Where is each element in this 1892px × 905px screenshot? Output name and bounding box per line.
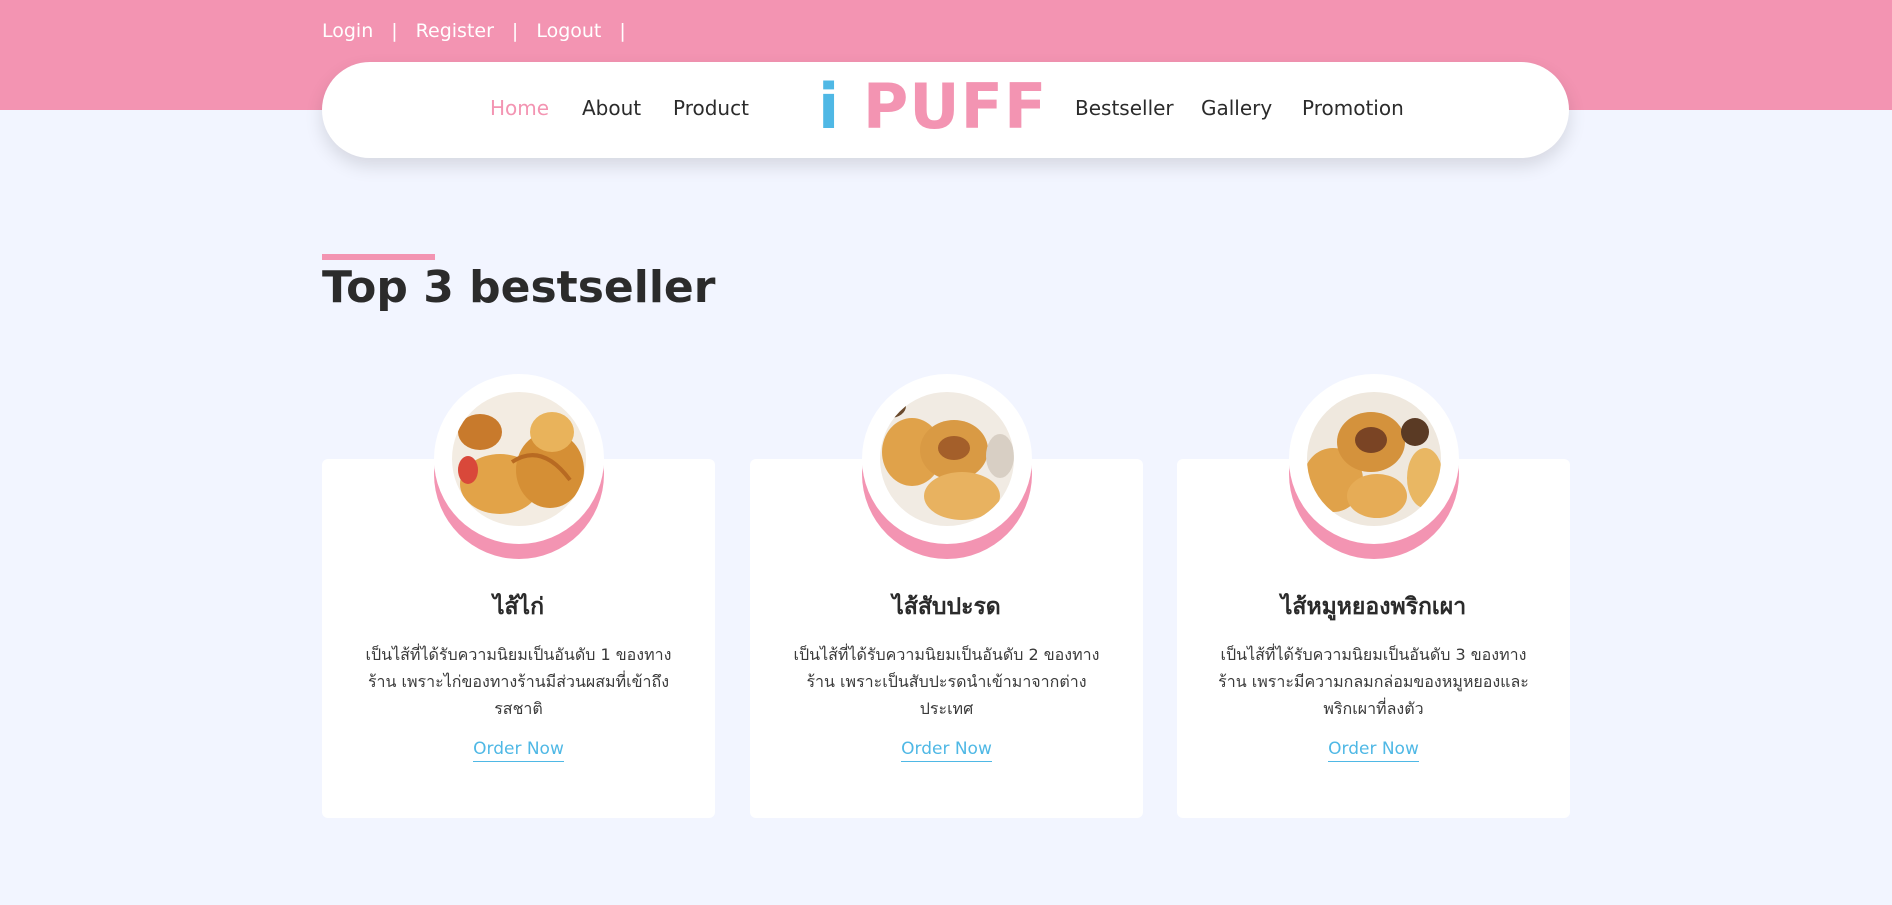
product-avatar — [434, 374, 604, 559]
nav-promotion[interactable]: Promotion — [1302, 96, 1404, 120]
product-description: เป็นไส้ที่ได้รับความนิยมเป็นอันดับ 1 ของ… — [365, 645, 672, 718]
product-description: เป็นไส้ที่ได้รับความนิยมเป็นอันดับ 2 ของ… — [793, 645, 1100, 718]
product-avatar — [1289, 374, 1459, 559]
product-name: ไส้หมูหยองพริกเผา — [1280, 594, 1467, 620]
product-name: ไส้ไก่ — [492, 594, 545, 620]
order-now-link[interactable]: Order Now — [1328, 739, 1419, 762]
nav-bestseller[interactable]: Bestseller — [1075, 96, 1174, 120]
login-link[interactable]: Login — [322, 20, 373, 42]
nav-gallery[interactable]: Gallery — [1201, 96, 1272, 120]
product-description: เป็นไส้ที่ได้รับความนิยมเป็นอันดับ 3 ของ… — [1218, 645, 1529, 718]
nav-product[interactable]: Product — [673, 96, 749, 120]
auth-separator: | — [391, 20, 398, 42]
logo-word-puff: PUFF — [862, 70, 1048, 143]
product-card: ไส้ไก่ เป็นไส้ที่ได้รับความนิยมเป็นอันดั… — [322, 374, 715, 818]
order-now-link[interactable]: Order Now — [473, 739, 564, 762]
product-photo — [452, 392, 586, 526]
title-accent-line — [322, 254, 435, 260]
product-name: ไส้สับปะรด — [892, 594, 1001, 620]
product-avatar — [862, 374, 1032, 559]
auth-separator: | — [619, 20, 626, 42]
nav-home[interactable]: Home — [490, 96, 549, 120]
order-now-link[interactable]: Order Now — [901, 739, 992, 762]
product-card: ไส้หมูหยองพริกเผา เป็นไส้ที่ได้รับความนิ… — [1177, 374, 1570, 818]
auth-bar: Login | Register | Logout | — [322, 18, 644, 44]
product-photo — [880, 392, 1014, 526]
product-card: ไส้สับปะรด เป็นไส้ที่ได้รับความนิยมเป็นอ… — [750, 374, 1143, 818]
auth-separator: | — [511, 20, 519, 42]
brand-logo[interactable]: i PUFF — [818, 72, 1047, 142]
logo-letter-i: i — [818, 70, 841, 143]
product-photo — [1307, 392, 1441, 526]
section-title: Top 3 bestseller — [322, 262, 716, 313]
logout-link[interactable]: Logout — [536, 20, 601, 42]
register-link[interactable]: Register — [416, 20, 494, 42]
nav-about[interactable]: About — [582, 96, 641, 120]
